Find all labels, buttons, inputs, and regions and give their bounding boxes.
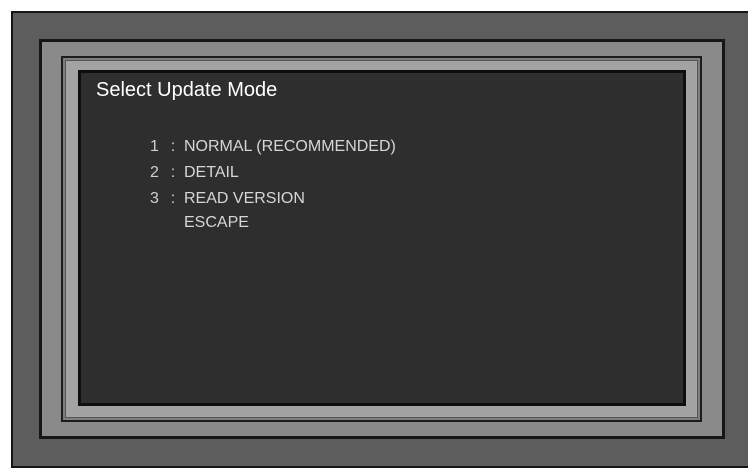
option-separator: : bbox=[170, 138, 176, 155]
menu-option-detail[interactable]: 2: DETAIL bbox=[150, 164, 239, 182]
option-label: READ VERSION bbox=[184, 190, 305, 207]
option-label: DETAIL bbox=[184, 164, 239, 181]
menu-option-escape[interactable]: ESCAPE bbox=[184, 214, 249, 232]
option-separator: : bbox=[170, 164, 176, 181]
option-separator: : bbox=[170, 190, 176, 207]
update-mode-dialog bbox=[78, 70, 686, 406]
menu-option-normal[interactable]: 1: NORMAL (RECOMMENDED) bbox=[150, 138, 396, 156]
option-number: 1 bbox=[150, 138, 159, 155]
menu-option-read-version[interactable]: 3: READ VERSION bbox=[150, 190, 305, 208]
option-number: 3 bbox=[150, 190, 159, 207]
option-number: 2 bbox=[150, 164, 159, 181]
dialog-title: Select Update Mode bbox=[96, 79, 278, 101]
option-label: NORMAL (RECOMMENDED) bbox=[184, 138, 396, 155]
tv-screen: Select Update Mode 1: NORMAL (RECOMMENDED… bbox=[0, 0, 748, 468]
